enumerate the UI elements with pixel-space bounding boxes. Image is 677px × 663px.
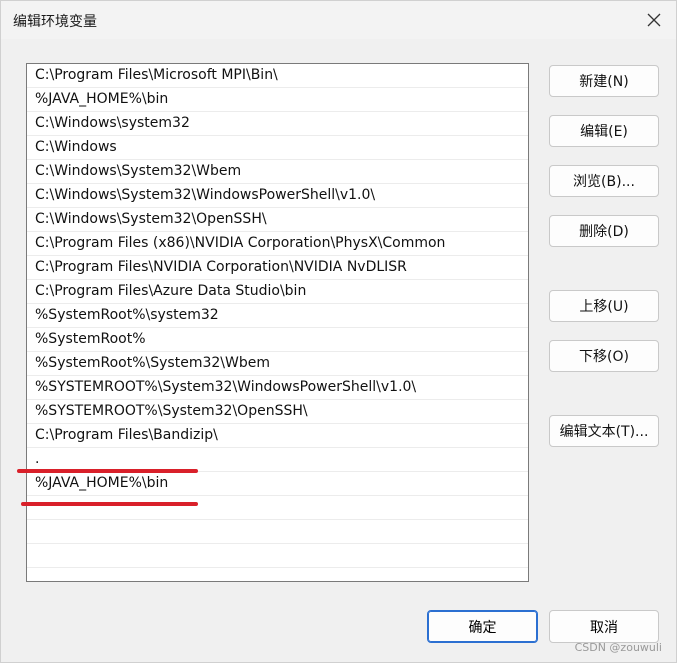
move-up-button[interactable]: 上移(U) xyxy=(549,290,659,322)
edit-env-var-dialog: 编辑环境变量 C:\Program Files\Microsoft MPI\Bi… xyxy=(0,0,677,663)
list-item[interactable]: %SystemRoot% xyxy=(27,328,528,352)
edit-button[interactable]: 编辑(E) xyxy=(549,115,659,147)
new-button[interactable]: 新建(N) xyxy=(549,65,659,97)
list-item[interactable]: %JAVA_HOME%\bin xyxy=(27,472,528,496)
list-item[interactable]: C:\Windows xyxy=(27,136,528,160)
list-item[interactable]: %SystemRoot%\System32\Wbem xyxy=(27,352,528,376)
list-item[interactable]: C:\Program Files\Bandizip\ xyxy=(27,424,528,448)
list-item[interactable]: C:\Program Files\Azure Data Studio\bin xyxy=(27,280,528,304)
list-item[interactable]: C:\Windows\System32\Wbem xyxy=(27,160,528,184)
delete-button[interactable]: 删除(D) xyxy=(549,215,659,247)
list-item[interactable]: C:\Program Files\NVIDIA Corporation\NVID… xyxy=(27,256,528,280)
title-bar: 编辑环境变量 xyxy=(1,1,676,39)
list-item[interactable]: C:\Program Files\Microsoft MPI\Bin\ xyxy=(27,64,528,88)
list-item[interactable]: %JAVA_HOME%\bin xyxy=(27,88,528,112)
close-icon xyxy=(647,13,661,27)
list-item[interactable]: %SYSTEMROOT%\System32\WindowsPowerShell\… xyxy=(27,376,528,400)
list-item[interactable]: %SystemRoot%\system32 xyxy=(27,304,528,328)
ok-button[interactable]: 确定 xyxy=(427,610,538,643)
list-item[interactable]: C:\Windows\system32 xyxy=(27,112,528,136)
list-item[interactable] xyxy=(27,544,528,568)
move-down-button[interactable]: 下移(O) xyxy=(549,340,659,372)
list-item[interactable] xyxy=(27,568,528,581)
list-item[interactable]: C:\Windows\System32\WindowsPowerShell\v1… xyxy=(27,184,528,208)
list-item[interactable]: %SYSTEMROOT%\System32\OpenSSH\ xyxy=(27,400,528,424)
watermark: CSDN @zouwuli xyxy=(574,641,662,654)
browse-button[interactable]: 浏览(B)... xyxy=(549,165,659,197)
list-item[interactable] xyxy=(27,520,528,544)
list-item[interactable]: C:\Program Files (x86)\NVIDIA Corporatio… xyxy=(27,232,528,256)
list-item[interactable] xyxy=(27,496,528,520)
close-button[interactable] xyxy=(638,5,670,35)
list-item[interactable]: C:\Windows\System32\OpenSSH\ xyxy=(27,208,528,232)
cancel-button[interactable]: 取消 xyxy=(549,610,659,643)
annotation-underline-bottom xyxy=(21,502,198,506)
annotation-underline-top xyxy=(17,469,198,473)
dialog-title: 编辑环境变量 xyxy=(13,14,97,30)
edit-text-button[interactable]: 编辑文本(T)... xyxy=(549,415,659,447)
